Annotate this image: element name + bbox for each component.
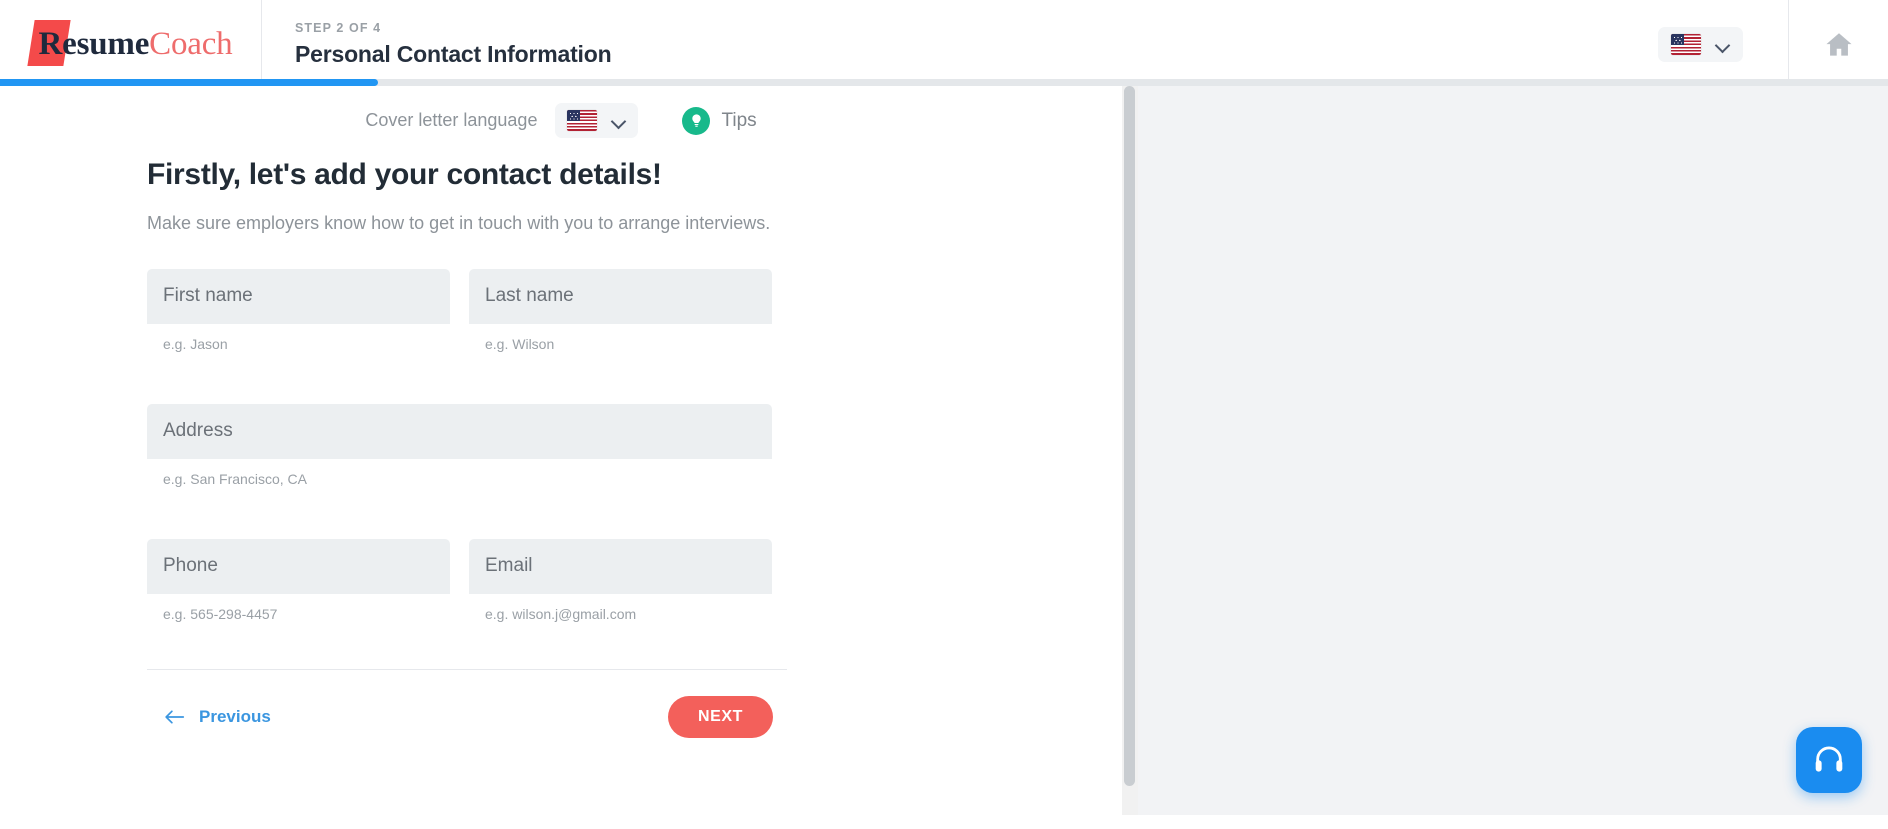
email-placeholder: Email [485,555,533,576]
header-language-selector[interactable] [1658,27,1743,62]
headset-support-icon [1815,746,1843,772]
phone-hint: e.g. 565-298-4457 [163,606,278,622]
chevron-down-icon [1715,37,1730,52]
form-title: Firstly, let's add your contact details! [147,158,662,191]
address-field: Address e.g. San Francisco, CA [147,404,772,487]
last-name-hint: e.g. Wilson [485,336,555,352]
last-name-field: Last name e.g. Wilson [469,269,772,352]
progress-bar-fill [0,79,378,86]
cover-letter-language-label: Cover letter language [365,110,538,130]
address-placeholder: Address [163,420,233,441]
first-name-field: First name e.g. Jason [147,269,450,352]
support-chat-button[interactable] [1796,727,1862,793]
next-button[interactable]: NEXT [668,696,773,738]
logo-text: ResumeCoach [39,26,233,63]
arrow-left-icon [165,710,185,724]
top-header-bar: ResumeCoach STEP 2 OF 4 Personal Contact… [0,0,1888,89]
brand-logo[interactable]: ResumeCoach [0,0,261,89]
first-name-input[interactable]: First name [147,269,450,324]
form-actions: Previous NEXT [147,696,787,738]
form-divider [147,669,787,670]
us-flag-icon [1671,34,1701,55]
previous-label: Previous [199,707,271,726]
last-name-placeholder: Last name [485,285,574,306]
us-flag-icon [567,110,598,131]
logo-text-coach: Coach [149,26,233,62]
name-row: First name e.g. Jason Last name e.g. Wil… [147,269,787,352]
row-spacer [147,352,787,404]
home-icon [1825,32,1852,56]
email-field: Email e.g. wilson.j@gmail.com [469,539,772,622]
lightbulb-icon [682,106,711,135]
contact-row: Phone e.g. 565-298-4457 Email e.g. wilso… [147,539,787,622]
address-hint: e.g. San Francisco, CA [163,471,307,487]
phone-field: Phone e.g. 565-298-4457 [147,539,450,622]
first-name-hint: e.g. Jason [163,336,228,352]
progress-bar-track [0,79,1888,86]
cover-letter-language-row: Cover letter language Tips [0,103,1122,138]
last-name-input[interactable]: Last name [469,269,772,324]
step-info: STEP 2 OF 4 Personal Contact Information [262,0,612,89]
previous-button[interactable]: Previous [147,707,271,727]
page-scrollbar-thumb[interactable] [1124,86,1135,786]
tips-button[interactable]: Tips [682,106,757,135]
tips-label: Tips [721,109,757,131]
logo-text-resume: Resume [38,26,150,62]
address-row: Address e.g. San Francisco, CA [147,404,787,487]
row-spacer [147,487,787,539]
form-pane: Cover letter language Tips Firstly, let'… [0,86,1122,815]
header-right-tools [1658,0,1888,89]
email-input[interactable]: Email [469,539,772,594]
main-content: Cover letter language Tips Firstly, let'… [0,86,1888,815]
preview-pane: Jason Wilson San Francisco, CA 565-298-4… [1138,86,1888,815]
cover-letter-language-selector[interactable] [555,103,639,138]
chevron-down-icon [611,113,626,128]
phone-input[interactable]: Phone [147,539,450,594]
form-subtitle: Make sure employers know how to get in t… [147,213,771,233]
contact-form: Firstly, let's add your contact details!… [147,158,787,738]
address-input[interactable]: Address [147,404,772,459]
first-name-placeholder: First name [163,285,253,306]
page-title: Personal Contact Information [295,41,612,67]
phone-placeholder: Phone [163,555,218,576]
home-button[interactable] [1788,0,1888,89]
step-counter-label: STEP 2 OF 4 [295,21,382,35]
email-hint: e.g. wilson.j@gmail.com [485,606,637,622]
